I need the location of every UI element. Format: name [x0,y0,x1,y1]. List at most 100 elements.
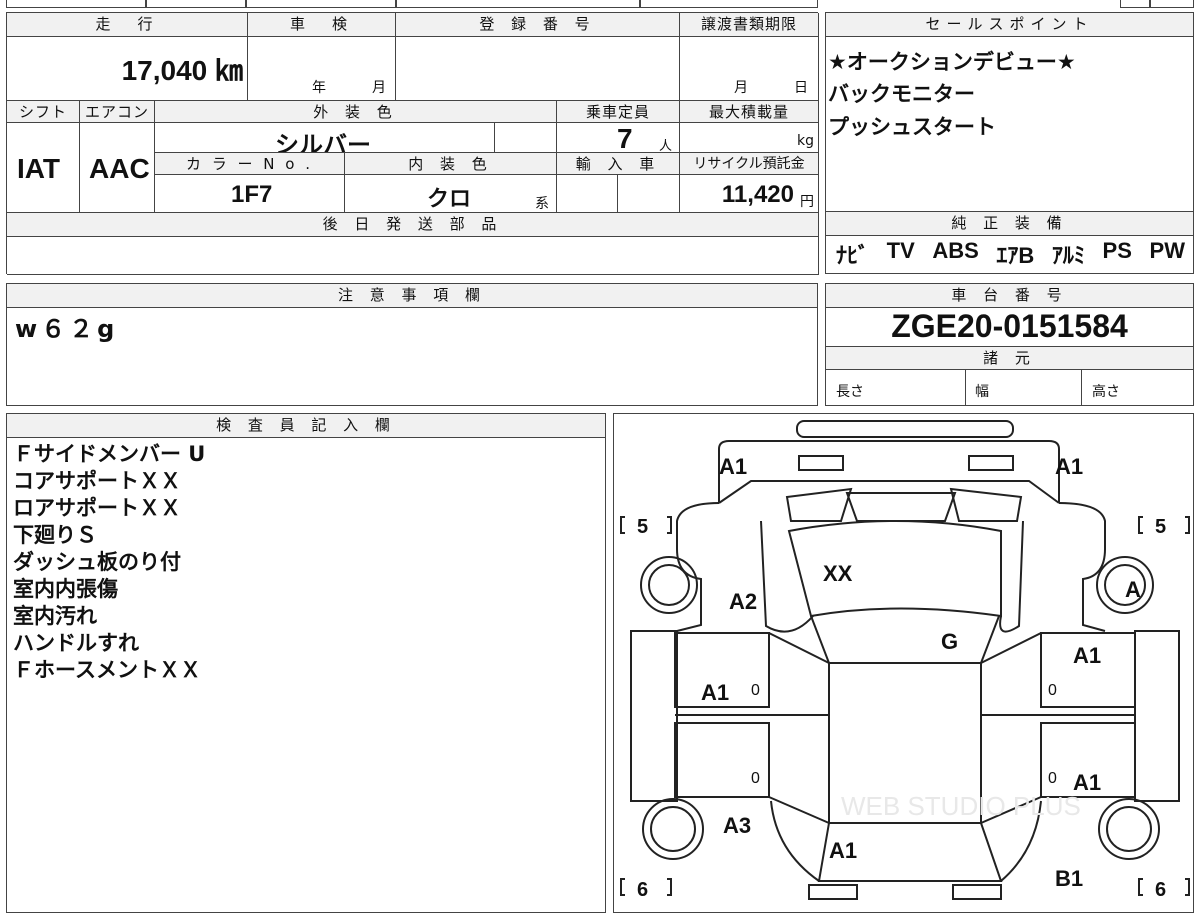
capacity-unit: 人 [659,139,673,153]
equipment-item: ｴｱB [996,243,1035,268]
notes-box: 注 意 事 項 欄 w６２g [6,283,818,406]
ac-value: AAC [89,153,150,184]
spec-title: 諸 元 [826,346,1193,370]
vehicle-info-box: 走 行 車 検 登 録 番 号 譲渡書類期限 17,040 ㎞ 年 月 月 日 … [6,12,819,275]
right-front-door-label: A1 [1073,643,1101,668]
load-label: 最大積載量 [680,101,819,123]
registration-cell [396,37,680,101]
parts-cell [7,237,819,275]
front-left-label: A1 [719,454,747,479]
deadline-cell: 月 日 [680,37,819,101]
capacity-value: 7 [617,123,633,153]
pillar-rf-label: 0 [1048,682,1057,699]
chassis-title: 車 台 番 号 [826,284,1193,308]
sales-point-2: バックモニター [828,82,975,106]
equipment-item: ABS [932,238,979,263]
inspector-line: 室内汚れ [13,604,97,628]
left-front-door-label: A1 [701,680,729,705]
watermark: WEB STUDIO PLUS [841,791,1081,821]
shift-cell: IAT [7,123,80,213]
recycle-unit: 円 [800,194,814,210]
equipment-item: PW [1149,238,1185,263]
shift-label: シフト [7,101,80,123]
tire-fl-label: 5 [637,516,648,538]
inspector-line: ＦホースメントＸＸ [13,658,201,682]
notes-title: 注 意 事 項 欄 [7,284,817,308]
color-no-cell: 1F7 [155,175,345,213]
inspector-line: コアサポートＸＸ [13,469,181,493]
sales-title: セールスポイント [826,13,1193,37]
chassis-number: ZGE20-0151584 [891,308,1128,344]
inspection-cell: 年 月 [248,37,396,101]
import-label: 輸 入 車 [557,153,680,175]
load-unit: kg [797,133,814,149]
tire-rl-label: 6 [637,879,648,901]
notes-text: w６２g [15,315,119,343]
equipment-item: TV [886,238,915,263]
color-no-value: 1F7 [231,181,273,208]
left-quarter-label: A3 [723,813,751,838]
car-diagram: WEB STUDIO PLUS A1 A1 5 5 XX A2 A G A1 A… [620,420,1190,901]
equipment-item: ｱﾙﾐ [1051,243,1085,268]
deadline-day: 日 [794,80,808,96]
equipment-item: ﾅﾋﾞ [836,243,870,268]
recycle-cell: 11,420 円 [680,175,819,213]
exterior-extra-cell [495,123,557,153]
inspector-line: Ｆサイドメンバー U [13,442,206,466]
equipment-box: 純 正 装 備 ﾅﾋﾞ TV ABS ｴｱB ｱﾙﾐ PS PW [825,212,1194,274]
tire-rr-label: 6 [1155,879,1166,901]
interior-cell: クロ 系 [345,175,557,213]
interior-value: クロ [427,186,472,211]
hood-label: XX [823,561,853,586]
right-wheel-label: A [1125,577,1141,602]
inspector-line: 下廻りＳ [13,523,97,547]
load-cell: kg [680,123,819,153]
right-rear-label: B1 [1055,866,1083,891]
capacity-label: 乗車定員 [557,101,680,123]
spec-height: 高さ [1082,369,1193,405]
sales-point-3: プッシュスタート [828,115,996,139]
sales-point-1: ★オークションデビュー★ [828,50,1076,74]
registration-label: 登 録 番 号 [396,13,680,37]
recycle-label: リサイクル預託金 [680,153,819,175]
sales-box: セールスポイント ★オークションデビュー★ バックモニター プッシュスタート [825,12,1194,212]
import-cell-a [557,175,618,213]
capacity-cell: 7 人 [557,123,680,153]
ac-cell: AAC [80,123,155,213]
inspection-month: 月 [372,80,386,96]
deadline-label: 譲渡書類期限 [680,13,819,37]
mileage-cell: 17,040 ㎞ [7,37,248,101]
spec-length: 長さ [826,369,966,405]
car-diagram-box: WEB STUDIO PLUS A1 A1 5 5 XX A2 A G A1 A… [613,413,1194,913]
inspection-year: 年 [312,80,326,96]
interior-label: 内 装 色 [345,153,557,175]
ac-label: エアコン [80,101,155,123]
exterior-cell: シルバー [155,123,495,153]
right-rear-door-label: A1 [1073,770,1101,795]
inspector-line: 室内内張傷 [13,577,118,601]
spec-length-label: 長さ [836,384,864,400]
interior-suffix: 系 [535,196,549,212]
inspector-line: ダッシュ板のり付 [13,550,181,574]
front-right-label: A1 [1055,454,1083,479]
inspector-line: ロアサポートＸＸ [13,496,181,520]
shift-value: IAT [17,153,61,184]
trunk-label: A1 [829,838,857,863]
exterior-label: 外 装 色 [155,101,557,123]
parts-label: 後 日 発 送 部 品 [7,213,819,237]
pillar-lf-label: 0 [751,682,760,699]
recycle-value: 11,420 [721,181,794,208]
pillar-rr-label: 0 [1048,770,1057,787]
equipment-list: ﾅﾋﾞ TV ABS ｴｱB ｱﾙﾐ PS PW [836,238,1185,270]
inspector-title: 検 査 員 記 入 欄 [7,414,605,438]
import-cell-b [618,175,680,213]
tire-fr-label: 5 [1155,516,1166,538]
chassis-box: 車 台 番 号 ZGE20-0151584 諸 元 長さ 幅 高さ [825,283,1194,406]
equipment-title: 純 正 装 備 [826,212,1193,236]
deadline-month: 月 [734,80,748,96]
spec-width: 幅 [965,369,1082,405]
color-no-label: カ ラ ー N o . [155,153,345,175]
inspection-label: 車 検 [248,13,396,37]
equipment-item: PS [1102,238,1132,263]
mileage-value: 17,040 ㎞ [121,55,243,86]
